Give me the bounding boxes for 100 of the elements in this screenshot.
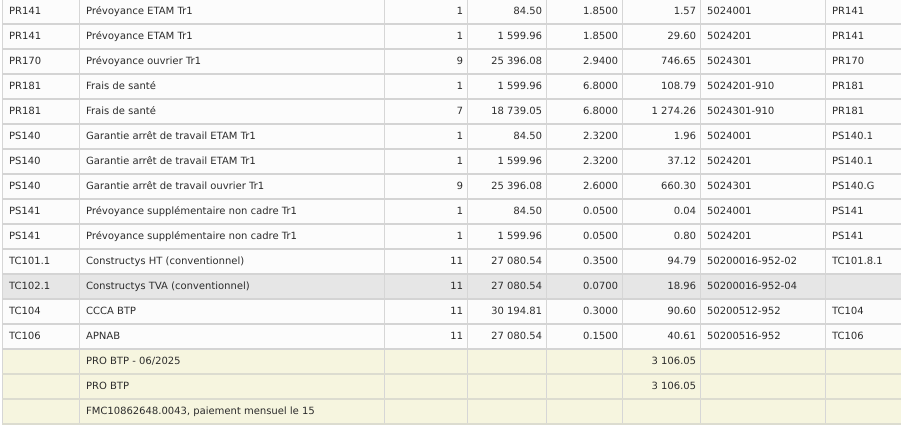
selected-table-row[interactable]: TC102.1 Constructys TVA (conventionnel) 11 27 080.54 0.0700 18.96 50200016-952-04 bbox=[2, 274, 901, 299]
table-cell: PR170 bbox=[9, 56, 42, 67]
table-cell: Prévoyance ETAM Tr1 bbox=[86, 31, 193, 42]
table-cell: TC101.8.1 bbox=[832, 256, 883, 267]
table-cell: 11 bbox=[450, 331, 463, 342]
table-cell: PR181 bbox=[832, 106, 864, 117]
table-row[interactable]: PR141 Prévoyance ETAM Tr1 1 1 599.96 1.8500 29.60 5024201 PR141 bbox=[2, 24, 901, 49]
table-cell: PS140 bbox=[9, 181, 40, 192]
table-cell: 84.50 bbox=[513, 206, 542, 217]
table-cell: PR141 bbox=[9, 31, 42, 42]
table-cell: 0.3500 bbox=[583, 256, 618, 267]
table-cell: 0.0500 bbox=[583, 231, 618, 242]
table-cell: 5024001 bbox=[707, 206, 752, 217]
table-cell: PS141 bbox=[9, 231, 40, 242]
table-cell: PR141 bbox=[832, 31, 864, 42]
table-cell: 50200512-952 bbox=[707, 306, 781, 317]
table-cell: Constructys TVA (conventionnel) bbox=[86, 281, 250, 292]
total-row[interactable]: FMC10862648.0043, paiement mensuel le 15 bbox=[2, 399, 901, 424]
table-cell: 108.79 bbox=[661, 81, 696, 92]
table-cell: 2.6000 bbox=[583, 181, 618, 192]
table-cell: 1 599.96 bbox=[497, 31, 542, 42]
table-cell: 5024301-910 bbox=[707, 106, 774, 117]
table-cell: 0.1500 bbox=[583, 331, 618, 342]
table-cell: 5024001 bbox=[707, 131, 752, 142]
table-cell: Garantie arrêt de travail ETAM Tr1 bbox=[86, 131, 256, 142]
table-cell: PS140 bbox=[9, 131, 40, 142]
table-cell: 1 599.96 bbox=[497, 231, 542, 242]
table-cell: 1 bbox=[456, 131, 463, 142]
table-cell: 37.12 bbox=[667, 156, 696, 167]
table-cell: 25 396.08 bbox=[491, 56, 542, 67]
total-row[interactable]: PRO BTP - 06/2025 3 106.05 bbox=[2, 349, 901, 374]
table-cell: 27 080.54 bbox=[491, 256, 542, 267]
table-cell: 5024201 bbox=[707, 231, 752, 242]
table-row[interactable]: TC106 APNAB 11 27 080.54 0.1500 40.61 50200516-952 TC106 bbox=[2, 324, 901, 349]
total-row[interactable]: PRO BTP 3 106.05 bbox=[2, 374, 901, 399]
table-cell: 90.60 bbox=[667, 306, 696, 317]
table-cell: 5024001 bbox=[707, 6, 752, 17]
table-cell: CCCA BTP bbox=[86, 306, 136, 317]
table-cell: Prévoyance supplémentaire non cadre Tr1 bbox=[86, 206, 297, 217]
table-row[interactable]: PS140 Garantie arrêt de travail ETAM Tr1 1 1 599.96 2.3200 37.12 5024201 PS140.1 bbox=[2, 149, 901, 174]
table-row[interactable]: PR141 Prévoyance ETAM Tr1 1 84.50 1.8500 1.57 5024001 PR141 bbox=[2, 0, 901, 24]
table-cell: 50200016-952-02 bbox=[707, 256, 797, 267]
table-cell: Constructys HT (conventionnel) bbox=[86, 256, 244, 267]
table-cell: 27 080.54 bbox=[491, 281, 542, 292]
table-cell: FMC10862648.0043, paiement mensuel le 15 bbox=[86, 406, 315, 417]
table-cell: 50200016-952-04 bbox=[707, 281, 797, 292]
table-cell: 11 bbox=[450, 281, 463, 292]
table-cell: 1 bbox=[456, 31, 463, 42]
table-cell: TC102.1 bbox=[9, 281, 50, 292]
table-cell: 0.0700 bbox=[583, 281, 618, 292]
table-cell: 6.8000 bbox=[583, 81, 618, 92]
table-cell: TC101.1 bbox=[9, 256, 50, 267]
table-cell: 5024301 bbox=[707, 56, 752, 67]
table-cell: PR170 bbox=[832, 56, 864, 67]
table-cell: PS141 bbox=[832, 231, 864, 242]
table-cell: Garantie arrêt de travail ETAM Tr1 bbox=[86, 156, 256, 167]
table-row[interactable]: PS141 Prévoyance supplémentaire non cadre Tr1 1 1 599.96 0.0500 0.80 5024201 PS141 bbox=[2, 224, 901, 249]
table-cell: 3 106.05 bbox=[651, 356, 696, 367]
table-cell: 5024301 bbox=[707, 181, 752, 192]
table-cell: 50200516-952 bbox=[707, 331, 781, 342]
table-cell: 27 080.54 bbox=[491, 331, 542, 342]
table-cell: Prévoyance supplémentaire non cadre Tr1 bbox=[86, 231, 297, 242]
table-cell: 1 274.26 bbox=[651, 106, 696, 117]
table-row[interactable]: PR181 Frais de santé 7 18 739.05 6.8000 1 274.26 5024301-910 PR181 bbox=[2, 99, 901, 124]
table-cell: TC106 bbox=[832, 331, 864, 342]
table-cell: PRO BTP - 06/2025 bbox=[86, 356, 181, 367]
table-cell: Garantie arrêt de travail ouvrier Tr1 bbox=[86, 181, 264, 192]
table-cell: Prévoyance ouvrier Tr1 bbox=[86, 56, 201, 67]
table-cell: PR141 bbox=[9, 6, 42, 17]
table-row[interactable]: TC101.1 Constructys HT (conventionnel) 11 27 080.54 0.3500 94.79 50200016-952-02 TC101.8.1 bbox=[2, 249, 901, 274]
table-cell: 84.50 bbox=[513, 6, 542, 17]
table-cell: PR181 bbox=[9, 81, 42, 92]
table-row[interactable]: PR170 Prévoyance ouvrier Tr1 9 25 396.08 2.9400 746.65 5024301 PR170 bbox=[2, 49, 901, 74]
table-cell: 1.96 bbox=[674, 131, 696, 142]
table-cell: TC106 bbox=[9, 331, 41, 342]
table-cell: PS140 bbox=[9, 156, 40, 167]
table-cell: PS140.1 bbox=[832, 156, 874, 167]
table-cell: PS141 bbox=[9, 206, 40, 217]
table-cell: 94.79 bbox=[667, 256, 696, 267]
table-cell: PS140.G bbox=[832, 181, 874, 192]
table-cell: 1 599.96 bbox=[497, 156, 542, 167]
table-cell: 2.3200 bbox=[583, 156, 618, 167]
table-cell: PR181 bbox=[9, 106, 42, 117]
table-row[interactable]: PS140 Garantie arrêt de travail ouvrier Tr1 9 25 396.08 2.6000 660.30 5024301 PS140.G bbox=[2, 174, 901, 199]
table-row[interactable]: PS140 Garantie arrêt de travail ETAM Tr1 1 84.50 2.3200 1.96 5024001 PS140.1 bbox=[2, 124, 901, 149]
table-cell: PS140.1 bbox=[832, 131, 874, 142]
table-cell: PR181 bbox=[832, 81, 864, 92]
table-cell: 746.65 bbox=[661, 56, 696, 67]
table-cell: 1.8500 bbox=[583, 6, 618, 17]
table-cell: 2.9400 bbox=[583, 56, 618, 67]
table-row[interactable]: TC104 CCCA BTP 11 30 194.81 0.3000 90.60 50200512-952 TC104 bbox=[2, 299, 901, 324]
table-cell: 3 106.05 bbox=[651, 381, 696, 392]
table-cell: 1.57 bbox=[674, 6, 696, 17]
table-row[interactable]: PS141 Prévoyance supplémentaire non cadre Tr1 1 84.50 0.0500 0.04 5024001 PS141 bbox=[2, 199, 901, 224]
table-cell: 84.50 bbox=[513, 131, 542, 142]
table-cell: 660.30 bbox=[661, 181, 696, 192]
table-row[interactable]: PR181 Frais de santé 1 1 599.96 6.8000 108.79 5024201-910 PR181 bbox=[2, 74, 901, 99]
table-cell: 1 bbox=[456, 206, 463, 217]
table-cell: PRO BTP bbox=[86, 381, 130, 392]
table-cell: 9 bbox=[456, 181, 463, 192]
